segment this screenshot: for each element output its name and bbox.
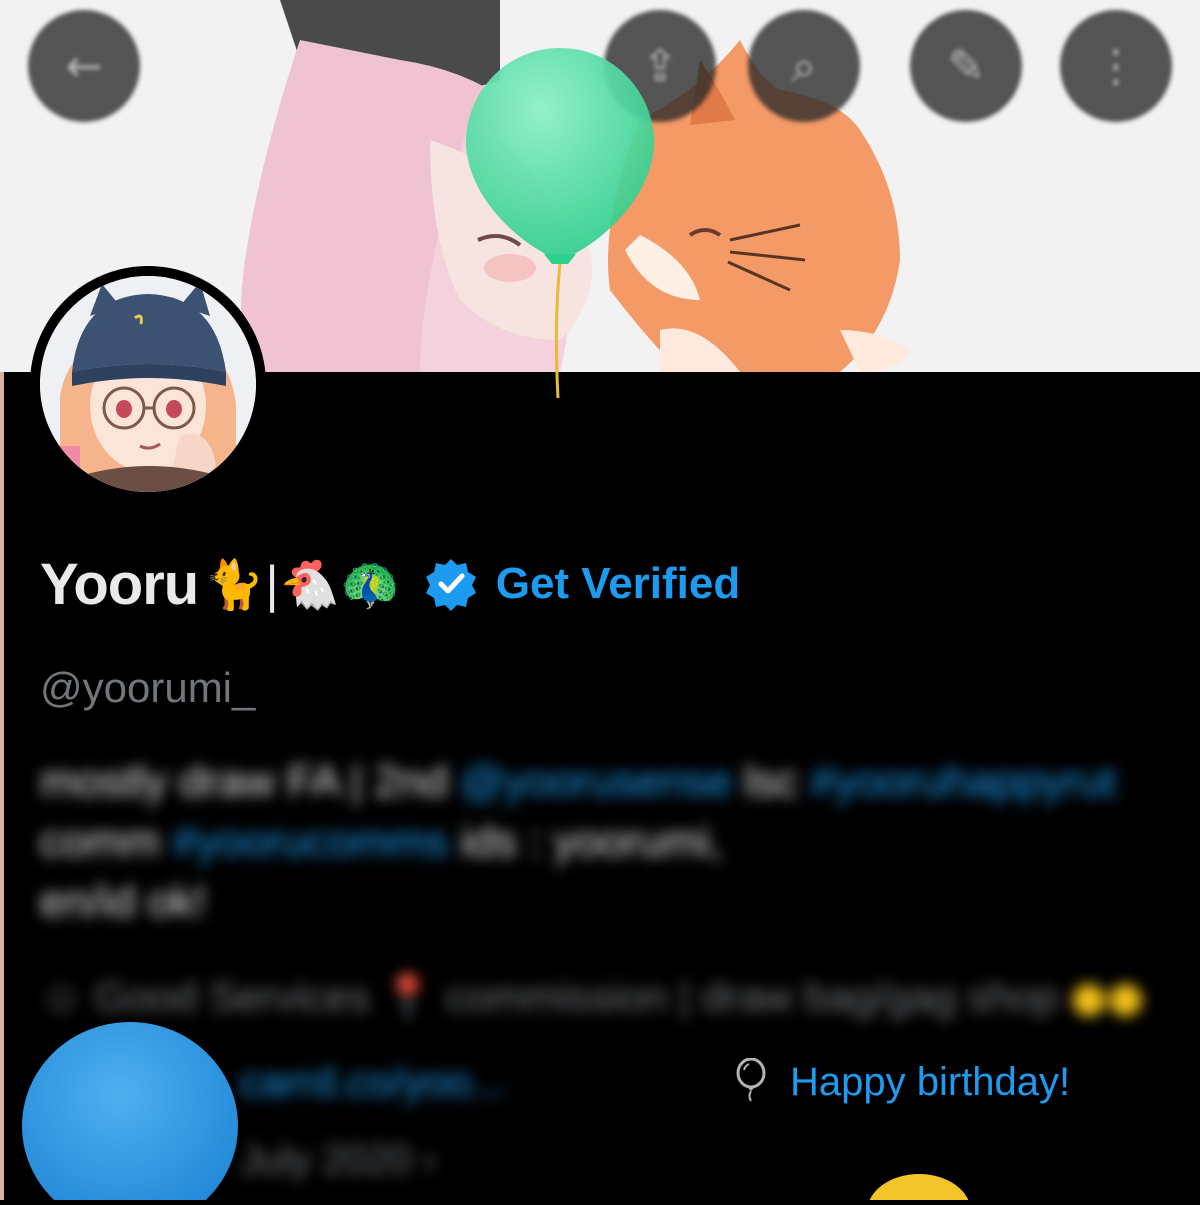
- verified-badge-icon[interactable]: [424, 557, 478, 611]
- yellow-balloon: [864, 1172, 974, 1205]
- bio-hashtag-link[interactable]: #yooruhappyrut: [810, 757, 1116, 806]
- user-handle: @yoorumi_: [40, 664, 256, 711]
- avatar-image: [40, 276, 256, 492]
- back-button[interactable]: ←: [28, 10, 140, 122]
- joined-date: July 2020 ›: [240, 1138, 436, 1182]
- edit-icon: ✎: [947, 40, 985, 92]
- avatar[interactable]: [30, 266, 266, 502]
- arrow-left-icon: ←: [65, 40, 103, 92]
- bio-text-part: ids : yoorumi,: [460, 817, 723, 866]
- search-button[interactable]: ⌕: [748, 10, 860, 122]
- profile-website-link[interactable]: carrd.co/yoo...: [240, 1058, 506, 1106]
- more-icon: ⋮: [1094, 40, 1138, 92]
- display-name: Yooru: [40, 551, 199, 617]
- bio-text-part: en/id ok!: [40, 877, 207, 926]
- more-button[interactable]: ⋮: [1060, 10, 1172, 122]
- search-icon: ⌕: [791, 40, 817, 92]
- name-row: Yooru 🐈|🐔🦚 Get Verified: [40, 548, 740, 620]
- bio-mention-link[interactable]: @yoorusense: [460, 757, 732, 806]
- bio-text-part: comm: [40, 817, 160, 866]
- balloon-icon: [734, 1057, 768, 1107]
- birthday-row: Happy birthday!: [734, 1056, 1070, 1108]
- birthday-label: Happy birthday!: [790, 1059, 1071, 1104]
- edit-button[interactable]: ✎: [910, 10, 1022, 122]
- blue-balloon: [18, 1018, 242, 1205]
- green-balloon: [462, 42, 658, 407]
- profile-meta-row: ☺ Good Services 📍 commission | draw bag/…: [40, 972, 1144, 1022]
- bio-hashtag-link[interactable]: #yoorucomms: [172, 817, 448, 866]
- meta-text: ☺ Good Services 📍 commission | draw bag/…: [40, 973, 1059, 1020]
- bio-text-part: lsc: [744, 757, 799, 806]
- bio-text: mostly draw FA | 2nd @yoorusense lsc #yo…: [40, 752, 1150, 932]
- get-verified-link[interactable]: Get Verified: [496, 559, 741, 609]
- bio-text-part: mostly draw FA | 2nd: [40, 757, 448, 806]
- meta-emoji: ●●: [1070, 972, 1144, 1021]
- name-emojis: 🐈|🐔🦚: [204, 556, 400, 613]
